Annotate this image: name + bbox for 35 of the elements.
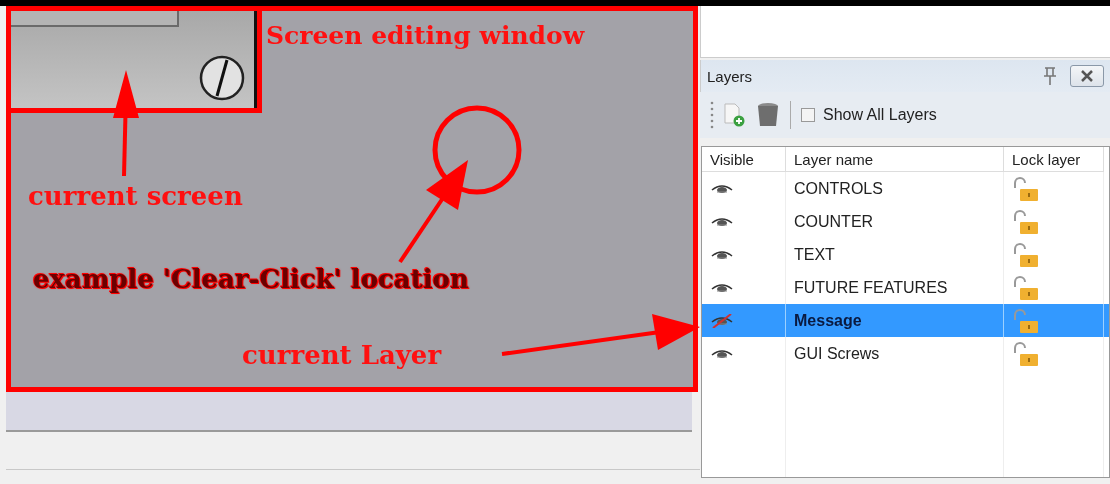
crossed-eye-icon[interactable] bbox=[710, 313, 734, 328]
column-header[interactable]: Layer name bbox=[786, 147, 1004, 172]
show-all-layers-checkbox[interactable]: Show All Layers bbox=[801, 106, 937, 124]
screw-icon bbox=[199, 55, 245, 101]
annotation-label: current Layer bbox=[242, 340, 442, 370]
panel-title: Layers bbox=[707, 67, 753, 85]
toolbar-grip-icon[interactable] bbox=[710, 101, 714, 129]
layer-name: TEXT bbox=[794, 245, 835, 264]
layer-row[interactable]: CONTROLS bbox=[702, 172, 1109, 205]
annotation-label: Screen editing window bbox=[266, 21, 585, 50]
open-padlock-icon[interactable] bbox=[1012, 208, 1040, 235]
layer-name: COUNTER bbox=[794, 212, 874, 231]
open-padlock-icon[interactable] bbox=[1012, 274, 1040, 301]
horizontal-scrollbar[interactable] bbox=[6, 392, 692, 432]
layer-row[interactable]: Message bbox=[702, 304, 1109, 337]
open-padlock-icon[interactable] bbox=[1012, 175, 1040, 202]
annotation-label: example 'Clear-Click' location bbox=[33, 264, 469, 294]
layer-name: FUTURE FEATURES bbox=[794, 278, 948, 297]
close-icon bbox=[1078, 70, 1096, 82]
trash-icon[interactable] bbox=[756, 102, 780, 128]
screen-editing-canvas[interactable]: Screen editing window current screen example 'Clear-Click' location current Layer bbox=[6, 6, 698, 392]
layer-name: Message bbox=[794, 311, 862, 330]
column-header[interactable]: Visible bbox=[702, 147, 786, 172]
pin-icon[interactable] bbox=[1042, 66, 1058, 86]
layer-row[interactable]: TEXT bbox=[702, 238, 1109, 271]
annotation-label: current screen bbox=[28, 181, 243, 211]
add-layer-icon[interactable] bbox=[724, 103, 746, 127]
layer-row[interactable]: COUNTER bbox=[702, 205, 1109, 238]
layer-name: CONTROLS bbox=[794, 179, 883, 198]
column-header[interactable]: Lock layer bbox=[1004, 147, 1104, 172]
layer-name: GUI Screws bbox=[794, 344, 880, 363]
open-padlock-icon[interactable] bbox=[1012, 340, 1040, 367]
layer-row[interactable]: GUI Screws bbox=[702, 337, 1109, 370]
close-button[interactable] bbox=[1070, 65, 1104, 87]
open-padlock-icon[interactable] bbox=[1012, 241, 1040, 268]
